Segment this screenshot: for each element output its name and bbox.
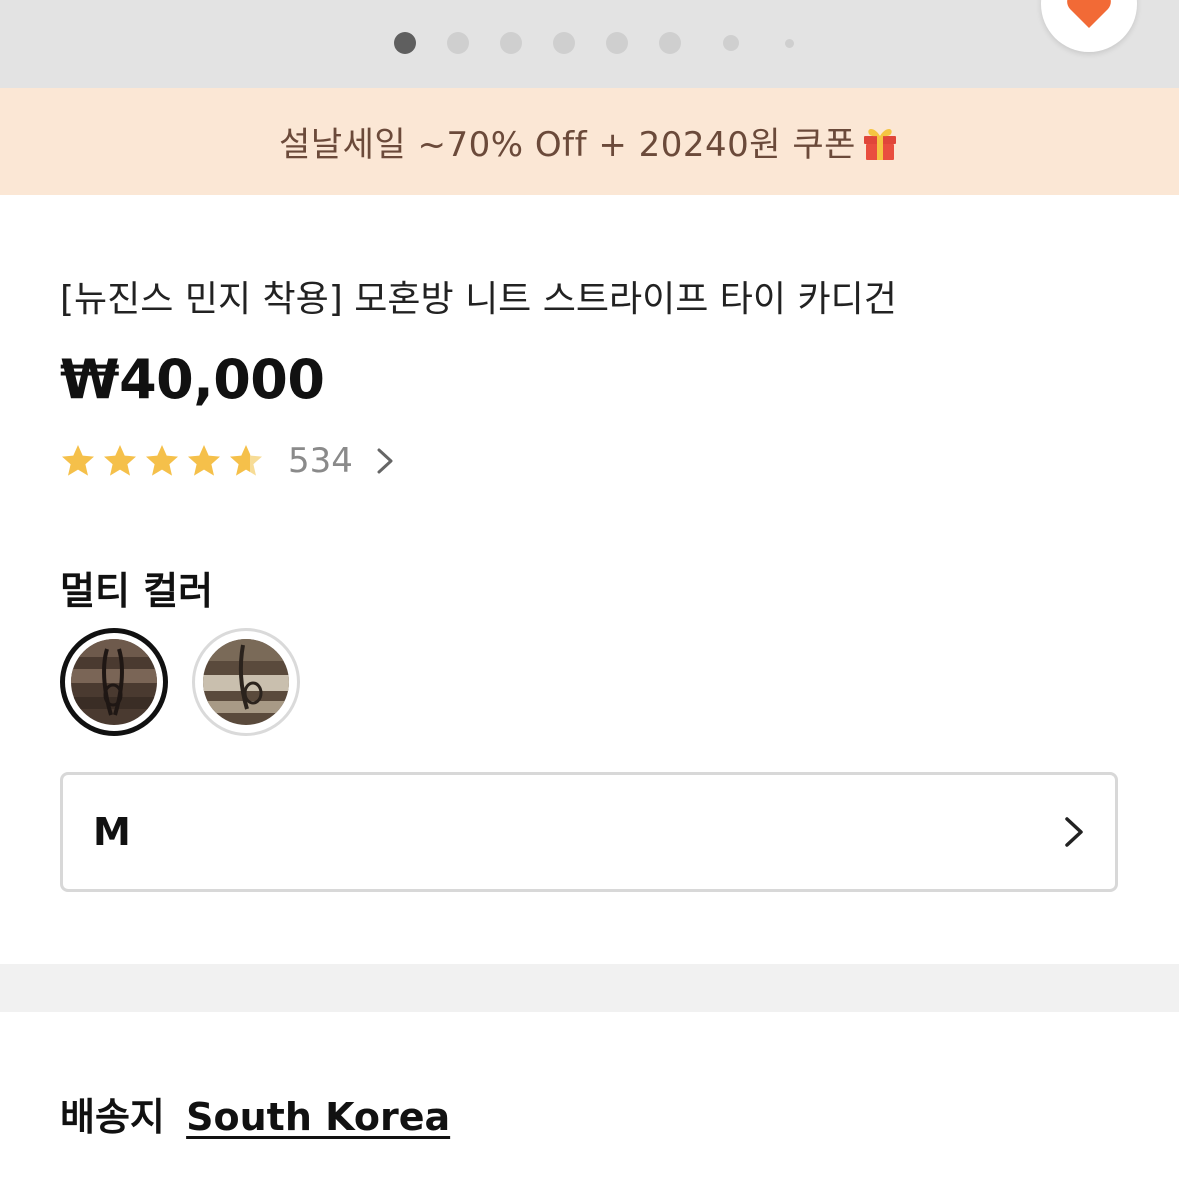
swatch-image bbox=[203, 639, 289, 725]
color-swatches bbox=[60, 628, 324, 736]
color-option-label: 멀티 컬러 bbox=[60, 569, 214, 613]
carousel-dot[interactable] bbox=[500, 32, 522, 54]
shipping-country-link[interactable]: South Korea bbox=[186, 1095, 450, 1139]
image-carousel[interactable] bbox=[0, 0, 1179, 88]
shipping-destination: 배송지 South Korea bbox=[60, 1086, 450, 1141]
promo-text: 설날세일 ~70% Off + 20240원 쿠폰 bbox=[279, 125, 856, 165]
rating-row[interactable]: 534 bbox=[60, 438, 395, 484]
section-divider bbox=[0, 964, 1179, 1012]
chevron-right-icon[interactable] bbox=[375, 446, 395, 476]
size-selector[interactable]: M bbox=[60, 772, 1118, 892]
promo-banner[interactable]: 설날세일 ~70% Off + 20240원 쿠폰 bbox=[0, 88, 1179, 195]
star-icon bbox=[188, 445, 220, 476]
swatch-brown-stripe[interactable] bbox=[192, 628, 300, 736]
shipping-label: 배송지 bbox=[60, 1095, 165, 1139]
heart-icon bbox=[1067, 0, 1111, 28]
gift-icon bbox=[863, 128, 896, 160]
star-icon bbox=[104, 445, 136, 476]
swatch-image bbox=[71, 639, 157, 725]
star-half-icon bbox=[230, 445, 262, 476]
star-icon bbox=[146, 445, 178, 476]
carousel-dot[interactable] bbox=[553, 32, 575, 54]
carousel-dot[interactable] bbox=[723, 35, 739, 51]
chevron-right-icon bbox=[1065, 817, 1083, 847]
carousel-dot[interactable] bbox=[394, 32, 416, 54]
swatch-dark-brown[interactable] bbox=[60, 628, 168, 736]
star-icon bbox=[62, 445, 94, 476]
carousel-dot[interactable] bbox=[606, 32, 628, 54]
carousel-dot[interactable] bbox=[447, 32, 469, 54]
product-price: ₩40,000 bbox=[60, 348, 325, 411]
review-count[interactable]: 534 bbox=[288, 441, 353, 481]
carousel-dot[interactable] bbox=[659, 32, 681, 54]
carousel-pagination bbox=[394, 32, 794, 54]
product-title: [뉴진스 민지 착용] 모혼방 니트 스트라이프 타이 카디건 bbox=[60, 279, 897, 320]
size-value: M bbox=[93, 810, 131, 854]
carousel-dot[interactable] bbox=[785, 38, 794, 48]
